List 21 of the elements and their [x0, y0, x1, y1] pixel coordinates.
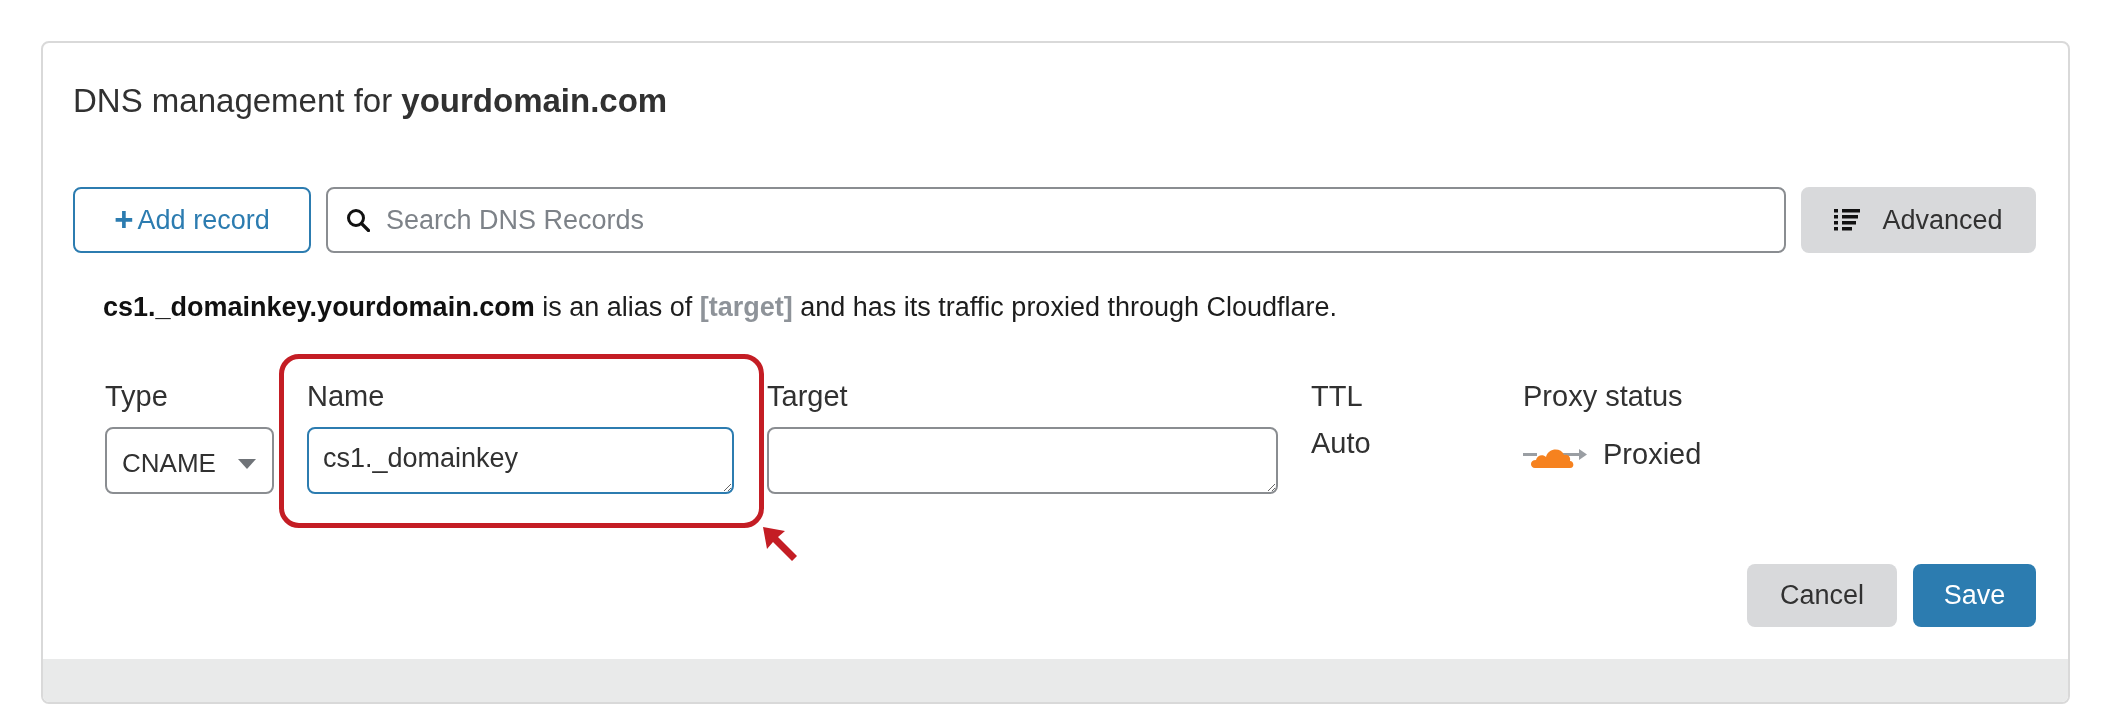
page-title: DNS management for yourdomain.com: [73, 81, 669, 121]
primary-button[interactable]: Save: [1913, 564, 2036, 627]
type-select[interactable]: CNAME: [105, 427, 274, 494]
caret-icon: [238, 458, 256, 469]
text-field[interactable]: cs1._domainkey: [307, 427, 734, 494]
ttl-value: Auto: [1311, 426, 1372, 461]
secondary-button[interactable]: Cancel: [1747, 564, 1897, 627]
search-field[interactable]: Search DNS Records: [326, 187, 1786, 253]
record-summary: cs1._domainkey.yourdomain.com is an alias of [target] and has its traffic proxied through Cloudflare.: [103, 291, 1339, 324]
field-label: Proxy status: [1523, 379, 1684, 414]
proxy-status-value: Proxied: [1603, 437, 1702, 472]
add-record-button[interactable]: +Add record: [73, 187, 311, 253]
field-label: Type: [105, 379, 169, 414]
search-icon: [346, 208, 370, 232]
field-label: TTL: [1311, 379, 1364, 414]
advanced-button[interactable]: Advanced: [1801, 187, 2036, 253]
arrow-icon: [763, 527, 797, 561]
field-label: Name: [307, 379, 386, 414]
field-label: Target: [767, 379, 849, 414]
text-field[interactable]: [767, 427, 1278, 494]
list-icon: [1834, 209, 1861, 231]
